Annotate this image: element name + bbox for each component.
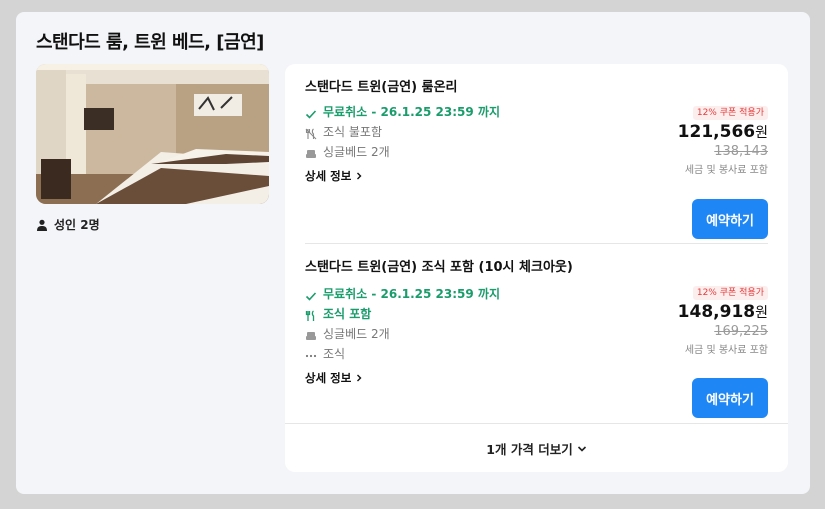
bed-label: 싱글베드 2개 [323,145,390,159]
coupon-badge: 12% 쿠폰 적용가 [692,106,768,120]
original-price: 138,143 [714,144,768,159]
meal-label: 조식 불포함 [323,125,383,139]
chevron-down-icon [577,441,587,456]
room-card-container: 스탠다드 룸, 트윈 베드, [금연] 성인 2명 스탠다드 트윈(금연) 룸온… [16,12,810,494]
occupancy-label: 성인 2명 [54,218,100,232]
rate-name: 스탠다드 트윈(금연) 조식 포함 (10시 체크아웃) [305,260,573,275]
book-button[interactable]: 예약하기 [692,199,768,239]
rate-name: 스탠다드 트윈(금연) 룸온리 [305,80,458,95]
divider [305,243,768,244]
more-dots-icon [305,348,317,360]
meal-icon [305,308,317,321]
original-price: 169,225 [714,324,768,339]
room-title: 스탠다드 룸, 트윈 베드, [금연] [36,32,264,53]
discount-price: 148,918원 [677,302,768,322]
detail-label: 상세 정보 [305,169,352,183]
rate-option-breakfast: 스탠다드 트윈(금연) 조식 포함 (10시 체크아웃) 무료취소 - 26.1… [305,258,768,418]
book-button[interactable]: 예약하기 [692,378,768,418]
rate-options-card: 스탠다드 트윈(금연) 룸온리 무료취소 - 26.1.25 23:59 까지 … [285,64,788,472]
detail-label: 상세 정보 [305,371,352,385]
tax-note: 세금 및 봉사료 포함 [684,345,768,356]
free-cancellation-label: 무료취소 - 26.1.25 23:59 까지 [323,287,500,301]
person-icon [36,219,48,231]
chevron-right-icon [355,169,363,183]
check-icon [305,106,317,119]
coupon-badge: 12% 쿠폰 적용가 [692,286,768,300]
no-meal-icon [305,126,317,140]
meal-label: 조식 포함 [323,307,372,321]
price-block: 12% 쿠폰 적용가 121,566원 138,143 세금 및 봉사료 포함 [608,100,768,179]
price-block: 12% 쿠폰 적용가 148,918원 169,225 세금 및 봉사료 포함 [608,280,768,359]
room-photo[interactable] [36,64,269,204]
extra-label: 조식 [323,347,346,361]
check-icon [305,288,317,301]
more-prices-button[interactable]: 1개 가격 더보기 [285,423,788,472]
rate-option-room-only: 스탠다드 트윈(금연) 룸온리 무료취소 - 26.1.25 23:59 까지 … [305,78,768,240]
bed-icon [305,328,317,340]
discount-price: 121,566원 [677,122,768,142]
free-cancellation-label: 무료취소 - 26.1.25 23:59 까지 [323,105,500,119]
bed-label: 싱글베드 2개 [323,327,390,341]
tax-note: 세금 및 봉사료 포함 [684,165,768,176]
bed-icon [305,146,317,158]
occupancy: 성인 2명 [36,216,100,233]
chevron-right-icon [355,371,363,385]
more-prices-label: 1개 가격 더보기 [486,441,573,457]
